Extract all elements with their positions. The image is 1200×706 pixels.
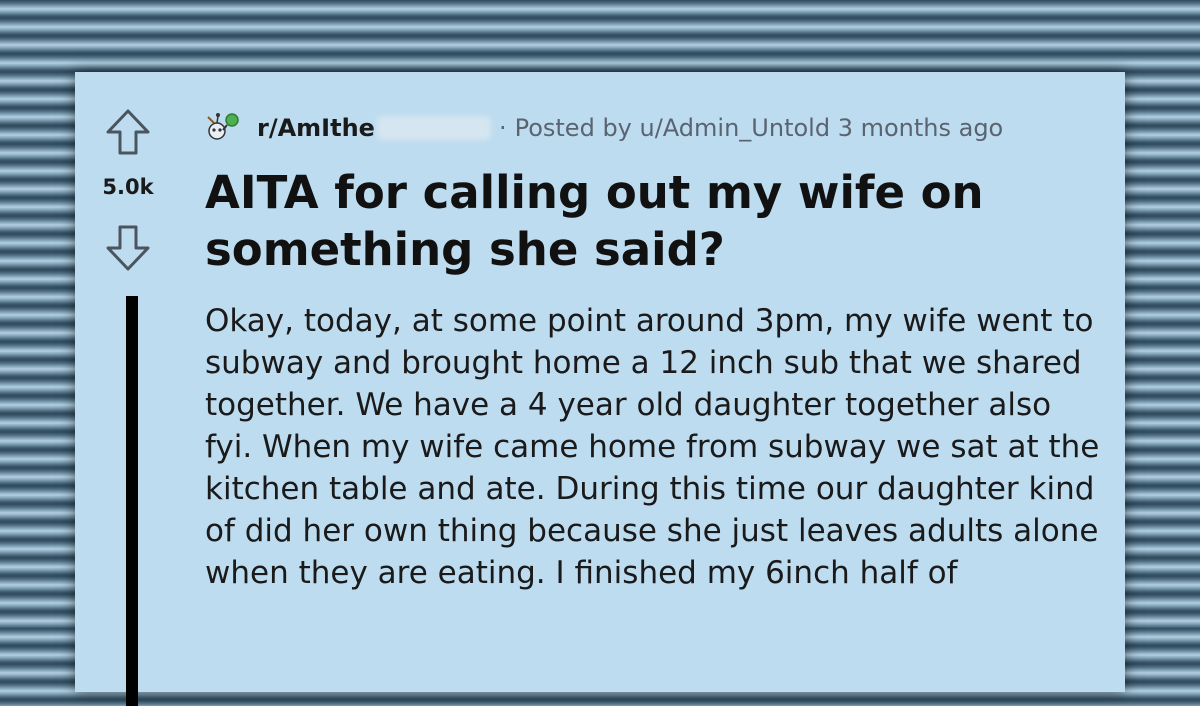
thread-line [126, 296, 138, 706]
subreddit-snoo-icon [207, 113, 239, 140]
subreddit-name-blur [376, 116, 491, 140]
subreddit-name[interactable]: r/AmIthe [257, 114, 375, 142]
upvote-arrow-icon[interactable] [104, 108, 152, 156]
post-card: 5.0k r/AmIthe · Posted by u/Admin_Untold… [75, 72, 1125, 706]
post-title[interactable]: AITA for calling out my wife on somethin… [205, 164, 1105, 278]
post-header: r/AmIthe · Posted by u/Admin_Untold 3 mo… [205, 110, 1003, 146]
post-body: Okay, today, at some point around 3pm, m… [205, 303, 1100, 591]
posted-by: Posted by u/Admin_Untold 3 months ago [514, 114, 1004, 142]
downvote-arrow-icon[interactable] [104, 224, 152, 272]
meta-separator: · [498, 114, 507, 142]
vote-score: 5.0k [102, 175, 154, 199]
